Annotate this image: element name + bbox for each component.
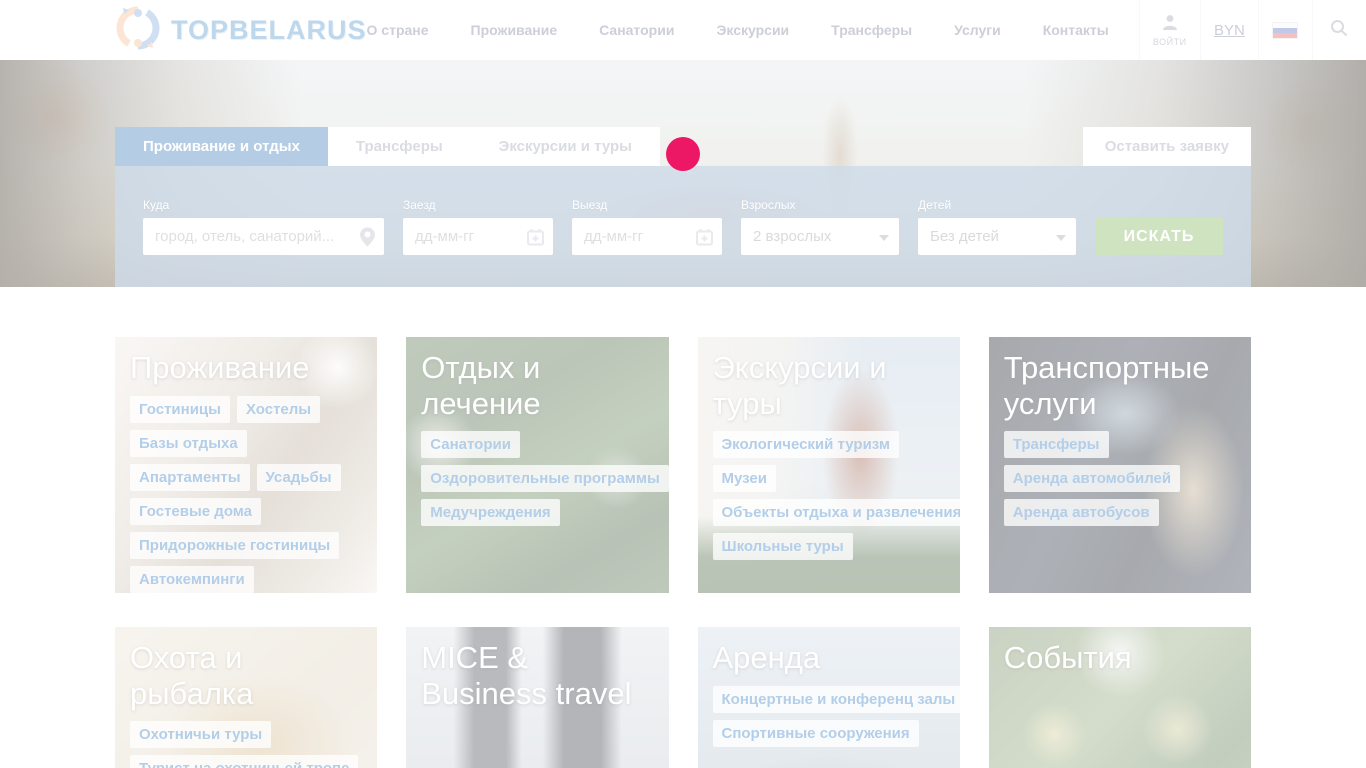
nav-item-2[interactable]: Санатории xyxy=(599,22,674,38)
category-tags: Трансферы Аренда автомобилей Аренда автобу… xyxy=(1004,431,1236,533)
nav-item-6[interactable]: Контакты xyxy=(1043,22,1109,38)
category-card[interactable]: Аренда Концертные и конференц залыСпорти… xyxy=(698,627,960,768)
category-tag[interactable]: Оздоровительные программы xyxy=(421,465,668,492)
chevron-down-icon xyxy=(1056,235,1066,241)
category-tag[interactable]: Аренда автомобилей xyxy=(1004,465,1180,492)
login-button[interactable]: ВОЙТИ xyxy=(1139,0,1200,60)
category-card[interactable]: Экскурсии и туры Экологический туризм Муз… xyxy=(698,337,960,593)
category-tag[interactable]: Экологический туризм xyxy=(713,431,899,458)
category-tag[interactable]: Школьные туры xyxy=(713,533,853,560)
children-label: Детей xyxy=(918,198,1076,212)
chevron-down-icon xyxy=(879,235,889,241)
category-tag[interactable]: Трансферы xyxy=(1004,431,1109,458)
nav-item-0[interactable]: О стране xyxy=(367,22,429,38)
category-title: Проживание xyxy=(130,350,362,386)
loading-spinner xyxy=(666,137,700,171)
tab-accommodation[interactable]: Проживание и отдых xyxy=(115,127,328,166)
main-nav: О стране Проживание Санатории Экскурсии Тран… xyxy=(367,0,1139,60)
children-value: Без детей xyxy=(930,228,999,245)
category-tag[interactable]: Гостиницы xyxy=(130,396,230,423)
category-tag[interactable]: Усадьбы xyxy=(257,464,341,491)
currency-label: BYN xyxy=(1214,22,1245,39)
login-label: ВОЙТИ xyxy=(1153,37,1187,47)
hero-banner: Проживание и отдых Трансферы Экскурсии и… xyxy=(0,60,1366,287)
search-submit-field: ИСКАТЬ xyxy=(1095,218,1223,255)
user-icon xyxy=(1161,14,1179,35)
search-submit-button[interactable]: ИСКАТЬ xyxy=(1095,218,1223,255)
category-title: Охота и рыбалка xyxy=(130,640,362,711)
category-tag[interactable]: Базы отдыха xyxy=(130,430,247,457)
category-tag[interactable]: Охотничьи туры xyxy=(130,721,271,748)
checkin-field: Заезд xyxy=(403,198,553,255)
category-tag[interactable]: Объекты отдыха и развлечения xyxy=(713,499,960,526)
nav-item-5[interactable]: Услуги xyxy=(954,22,1001,38)
category-tags: Гостиницы Хостелы Базы отдыха Апартаменты Ус… xyxy=(130,396,362,593)
adults-label: Взрослых xyxy=(741,198,899,212)
category-title: События xyxy=(1004,640,1236,676)
category-tag[interactable]: Апартаменты xyxy=(130,464,250,491)
category-grid: Проживание Гостиницы Хостелы Базы отдыха Ап… xyxy=(115,337,1251,768)
category-tag[interactable]: Медучреждения xyxy=(421,499,559,526)
adults-field: Взрослых 2 взрослых xyxy=(741,198,899,255)
top-navigation-bar: TOPBELARUS О стране Проживание Санатории Эк… xyxy=(0,0,1366,60)
category-title: Экскурсии и туры xyxy=(713,350,945,421)
children-field: Детей Без детей xyxy=(918,198,1076,255)
category-tag[interactable]: Придорожные гостиницы xyxy=(130,532,339,559)
category-card[interactable]: MICE & Business travel xyxy=(406,627,668,768)
tab-excursions[interactable]: Экскурсии и туры xyxy=(471,127,660,166)
category-title: Отдых и лечение xyxy=(421,350,653,421)
search-icon xyxy=(1330,19,1348,42)
leave-request-button[interactable]: Оставить заявку xyxy=(1083,127,1251,166)
category-title: MICE & Business travel xyxy=(421,640,653,711)
compass-rings-icon xyxy=(115,5,161,56)
category-tag[interactable]: Гостевые дома xyxy=(130,498,261,525)
category-card[interactable]: Охота и рыбалка Охотничьи туры Турист на … xyxy=(115,627,377,768)
category-card[interactable]: Проживание Гостиницы Хостелы Базы отдыха Ап… xyxy=(115,337,377,593)
adults-select[interactable]: 2 взрослых xyxy=(741,218,899,255)
category-tag[interactable]: Автокемпинги xyxy=(130,566,254,593)
category-tag[interactable]: Музеи xyxy=(713,465,776,492)
category-card[interactable]: Транспортные услуги Трансферы Аренда авто… xyxy=(989,337,1251,593)
category-tag[interactable]: Турист на охотничьей тропе xyxy=(130,755,358,768)
calendar-icon[interactable] xyxy=(527,228,544,245)
category-tags: Экологический туризмМузеиОбъекты отдыха … xyxy=(713,431,945,567)
calendar-icon[interactable] xyxy=(696,228,713,245)
category-card[interactable]: События xyxy=(989,627,1251,768)
category-title: Транспортные услуги xyxy=(1004,350,1236,421)
category-title: Аренда xyxy=(713,640,945,676)
header-search-button[interactable] xyxy=(1312,0,1366,60)
language-selector[interactable] xyxy=(1258,0,1312,60)
category-tags: СанаторииОздоровительные программыМедучр… xyxy=(421,431,653,533)
destination-input[interactable] xyxy=(143,218,384,255)
checkin-label: Заезд xyxy=(403,198,553,212)
nav-item-4[interactable]: Трансферы xyxy=(831,22,912,38)
russian-flag xyxy=(1272,22,1298,39)
category-tags: Охотничьи туры Турист на охотничьей тропе xyxy=(130,721,362,768)
nav-item-1[interactable]: Проживание xyxy=(471,22,558,38)
category-tag[interactable]: Хостелы xyxy=(237,396,320,423)
destination-label: Куда xyxy=(143,198,384,212)
children-select[interactable]: Без детей xyxy=(918,218,1076,255)
category-tag[interactable]: Концертные и конференц залы xyxy=(713,686,960,713)
location-pin-icon xyxy=(360,227,375,246)
checkout-field: Выезд xyxy=(572,198,722,255)
nav-item-3[interactable]: Экскурсии xyxy=(716,22,789,38)
category-tag[interactable]: Аренда автобусов xyxy=(1004,499,1159,526)
category-tag[interactable]: Спортивные сооружения xyxy=(713,720,919,747)
tab-transfers[interactable]: Трансферы xyxy=(328,127,471,166)
category-card[interactable]: Отдых и лечение СанаторииОздоровительные… xyxy=(406,337,668,593)
search-panel: Куда Заезд xyxy=(115,166,1251,287)
currency-selector[interactable]: BYN xyxy=(1200,0,1258,60)
site-logo[interactable]: TOPBELARUS xyxy=(0,0,367,60)
destination-field: Куда xyxy=(143,198,384,255)
checkout-label: Выезд xyxy=(572,198,722,212)
category-tag[interactable]: Санатории xyxy=(421,431,520,458)
category-tags: Концертные и конференц залыСпортивные со… xyxy=(713,686,945,754)
adults-value: 2 взрослых xyxy=(753,228,831,245)
site-logo-text: TOPBELARUS xyxy=(171,15,367,46)
